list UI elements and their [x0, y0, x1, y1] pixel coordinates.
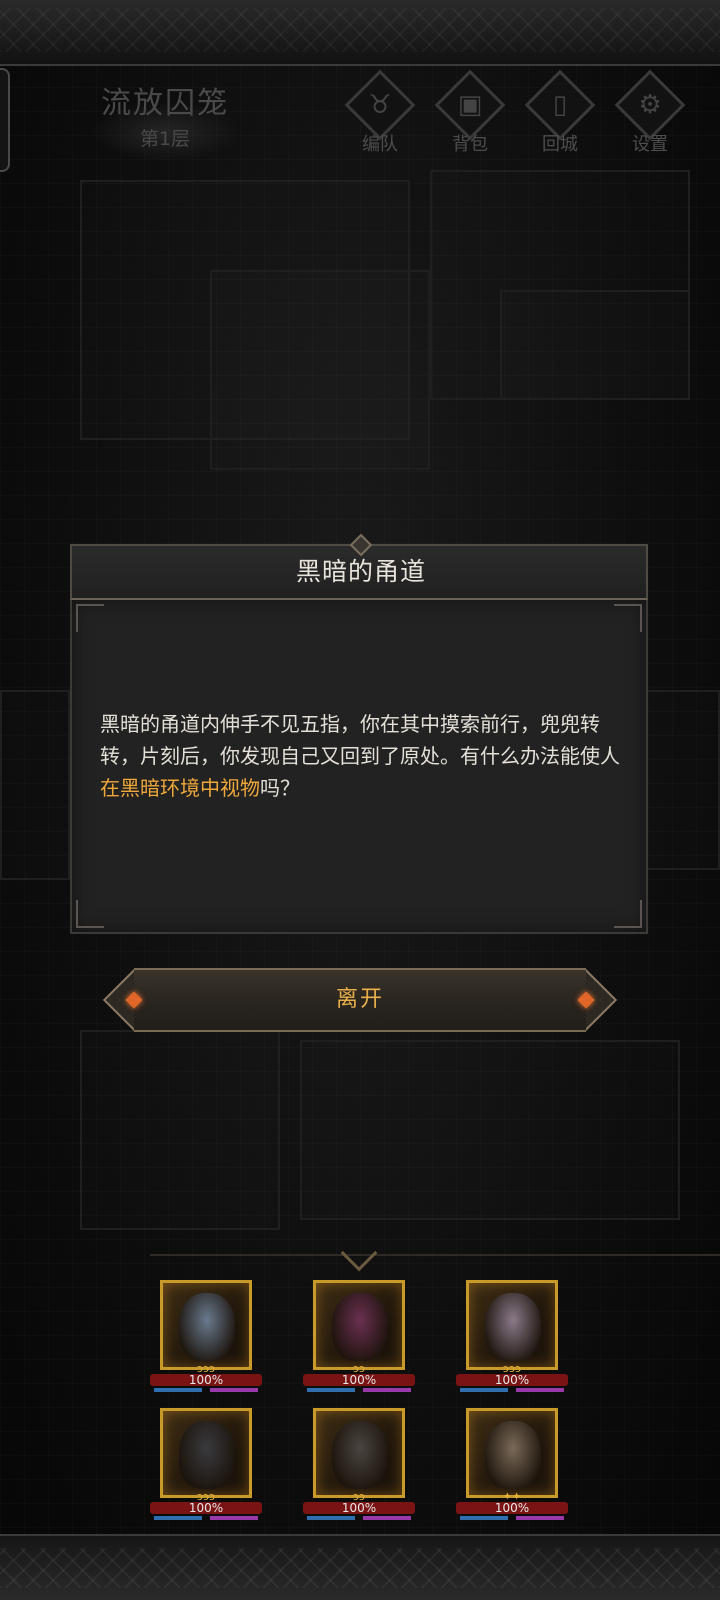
hp-percent: 100% — [341, 1501, 377, 1515]
map-room — [500, 290, 690, 400]
team-label: 编队 — [362, 134, 398, 155]
bag-label: 背包 — [452, 134, 488, 155]
sp-bar — [516, 1388, 564, 1392]
hero-card[interactable]: ɔɔ 100% — [303, 1280, 415, 1396]
mp-bar — [307, 1388, 355, 1392]
hero-card[interactable]: ɔɔɔ 100% — [150, 1280, 262, 1396]
hero-face — [485, 1421, 541, 1489]
hero-face — [485, 1293, 541, 1361]
dialog-description: 黑暗的甬道内伸手不见五指，你在其中摸索前行，兜兜转转，片刻后，你发现自己又回到了… — [100, 708, 630, 804]
resource-bars — [150, 1388, 262, 1393]
door-icon: ▯ — [552, 90, 568, 120]
sp-bar — [210, 1516, 258, 1520]
mp-bar — [154, 1388, 202, 1392]
event-dialog: 黑暗的甬道 黑暗的甬道内伸手不见五指，你在其中摸索前行，兜兜转转，片刻后，你发现… — [70, 532, 648, 934]
leave-button[interactable]: 离开 — [102, 968, 618, 1032]
level-indicator: 流放囚笼 第1层 — [80, 72, 250, 172]
return-town-label: 回城 — [542, 134, 578, 155]
hero-card[interactable]: ɔɔɔ 100% — [456, 1280, 568, 1396]
team-divider — [150, 1254, 720, 1256]
bottom-ornament-pattern — [0, 1548, 720, 1588]
sp-bar — [363, 1388, 411, 1392]
hero-face — [179, 1421, 235, 1489]
hero-face — [332, 1293, 388, 1361]
hero-face — [332, 1421, 388, 1489]
map-room — [640, 690, 720, 870]
dialog-body: 黑暗的甬道内伸手不见五指，你在其中摸索前行，兜兜转转，片刻后，你发现自己又回到了… — [70, 600, 648, 934]
hero-card[interactable]: ɔɔ 100% — [303, 1408, 415, 1524]
sp-bar — [516, 1516, 564, 1520]
hp-percent: 100% — [494, 1501, 530, 1515]
description-highlight: 在黑暗环境中视物 — [100, 776, 260, 800]
corner-ornament — [614, 900, 642, 928]
settings-label: 设置 — [632, 134, 668, 155]
map-room — [210, 270, 430, 470]
top-ornament-pattern — [0, 8, 720, 52]
dungeon-name: 流放囚笼 — [101, 86, 229, 121]
map-room — [80, 1030, 280, 1230]
bag-icon: ▣ — [457, 90, 483, 120]
map-room — [0, 690, 70, 880]
hero-portrait — [160, 1408, 252, 1498]
hero-card[interactable]: ✦✦ 100% — [456, 1408, 568, 1524]
corner-ornament — [76, 604, 104, 632]
hp-percent: 100% — [188, 1501, 224, 1515]
settings-button[interactable]: ⚙ 设置 — [610, 69, 690, 166]
hero-portrait — [466, 1280, 558, 1370]
description-text: 黑暗的甬道内伸手不见五指，你在其中摸索前行，兜兜转转，片刻后，你发现自己又回到了… — [100, 712, 620, 768]
hero-portrait — [160, 1280, 252, 1370]
horned-helmet-icon: ♉ — [368, 90, 392, 120]
bag-button[interactable]: ▣ 背包 — [430, 69, 510, 166]
top-ornament-bar — [0, 0, 720, 66]
leave-label: 离开 — [335, 987, 384, 1012]
map-room — [300, 1040, 680, 1220]
return-town-button[interactable]: ▯ 回城 — [520, 69, 600, 166]
sp-bar — [210, 1388, 258, 1392]
corner-ornament — [614, 604, 642, 632]
hero-portrait — [313, 1408, 405, 1498]
hero-face — [179, 1293, 235, 1361]
bottom-ornament-bar — [0, 1534, 720, 1600]
hero-portrait — [466, 1408, 558, 1498]
hp-percent: 100% — [494, 1373, 530, 1387]
hero-portrait — [313, 1280, 405, 1370]
dialog-header: 黑暗的甬道 — [70, 533, 648, 600]
team-button[interactable]: ♉ 编队 — [340, 69, 420, 166]
resource-bars — [456, 1516, 568, 1521]
description-text-end: 吗？ — [260, 776, 300, 800]
dialog-title: 黑暗的甬道 — [295, 557, 426, 586]
mp-bar — [154, 1516, 202, 1520]
mp-bar — [307, 1516, 355, 1520]
mp-bar — [460, 1388, 508, 1392]
mp-bar — [460, 1516, 508, 1520]
floor-number: 第1层 — [139, 128, 191, 150]
corner-ornament — [76, 900, 104, 928]
resource-bars — [303, 1388, 415, 1393]
hp-percent: 100% — [188, 1373, 224, 1387]
top-menu: ♉ 编队 ▣ 背包 ▯ 回城 ⚙ 设置 — [340, 69, 720, 166]
resource-bars — [303, 1516, 415, 1521]
sp-bar — [363, 1516, 411, 1520]
resource-bars — [456, 1388, 568, 1393]
resource-bars — [150, 1516, 262, 1521]
side-drawer-handle[interactable] — [0, 68, 10, 172]
hero-card[interactable]: ɔɔɔ 100% — [150, 1408, 262, 1524]
gear-icon: ⚙ — [638, 90, 662, 120]
hp-percent: 100% — [341, 1373, 377, 1387]
